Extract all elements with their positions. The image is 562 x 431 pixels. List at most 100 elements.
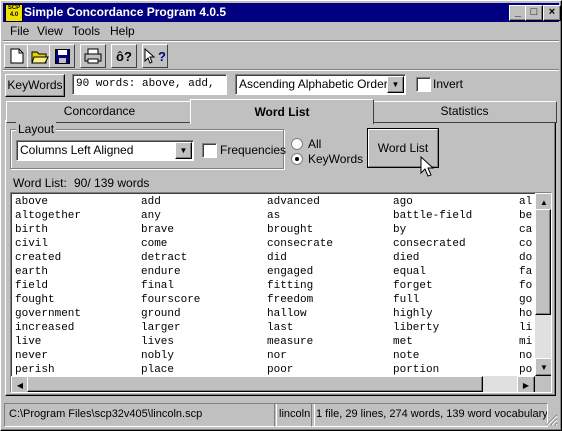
word-list-cell[interactable]: do	[519, 251, 532, 265]
word-list-cell[interactable]: hallow	[267, 307, 307, 321]
close-button[interactable]: ×	[543, 5, 561, 21]
word-list-cell[interactable]: add	[141, 195, 161, 209]
radio-all-label: All	[308, 137, 322, 151]
tab-word-list[interactable]: Word List	[190, 99, 374, 124]
radio-all[interactable]	[291, 138, 303, 150]
menu-help[interactable]: Help	[110, 24, 135, 38]
maximize-button[interactable]: □	[525, 5, 543, 21]
context-help-button[interactable]: ?	[142, 44, 168, 68]
keywords-button[interactable]: KeyWords	[5, 74, 65, 97]
word-list-cell[interactable]: fourscore	[141, 293, 200, 307]
word-list-cell[interactable]: place	[141, 363, 174, 375]
word-list-cell[interactable]: co	[519, 237, 532, 251]
tab-concordance[interactable]: Concordance	[6, 101, 193, 123]
word-list-cell[interactable]: no	[519, 349, 532, 363]
word-list-cell[interactable]: birth	[15, 223, 48, 237]
word-list-cell[interactable]: above	[15, 195, 48, 209]
tab-statistics[interactable]: Statistics	[372, 101, 557, 123]
word-list-cell[interactable]: by	[393, 223, 406, 237]
word-list-cell[interactable]: li	[519, 321, 532, 335]
word-list-cell[interactable]: measure	[267, 335, 313, 349]
sort-order-select[interactable]: Ascending Alphabetic Order ▼	[235, 74, 406, 95]
frequencies-checkbox[interactable]	[202, 143, 217, 158]
resize-grip-icon[interactable]	[545, 413, 558, 426]
title-bar[interactable]: SCP 4.0 Simple Concordance Program 4.0.5…	[3, 3, 561, 22]
word-list-cell[interactable]: ho	[519, 307, 532, 321]
word-list-cell[interactable]: engaged	[267, 265, 313, 279]
word-list-cell[interactable]: brave	[141, 223, 174, 237]
word-list-cell[interactable]: liberty	[393, 321, 439, 335]
word-list-cell[interactable]: did	[267, 251, 287, 265]
word-list-cell[interactable]: full	[393, 293, 419, 307]
word-list-cell[interactable]: earth	[15, 265, 48, 279]
word-list-cell[interactable]: poor	[267, 363, 293, 375]
keywords-field[interactable]: 90 words: above, add,	[72, 74, 227, 95]
word-list-cell[interactable]: consecrated	[393, 237, 466, 251]
word-list-box[interactable]: above add advanced ago al altogether any as batt…	[10, 192, 552, 393]
word-list-cell[interactable]: fo	[519, 279, 532, 293]
horizontal-scrollbar[interactable]: ◀ ▶	[11, 376, 535, 392]
word-list-cell[interactable]: consecrate	[267, 237, 333, 251]
word-list-cell[interactable]: last	[267, 321, 293, 335]
word-list-cell[interactable]: ground	[141, 307, 181, 321]
word-list-cell[interactable]: freedom	[267, 293, 313, 307]
word-list-cell[interactable]: died	[393, 251, 419, 265]
menu-file[interactable]: File	[10, 24, 29, 38]
word-list-cell[interactable]: battle-field	[393, 209, 472, 223]
word-list-cell[interactable]: fa	[519, 265, 532, 279]
word-list-cell[interactable]: al	[519, 195, 532, 209]
word-list-cell[interactable]: ca	[519, 223, 532, 237]
menu-tools[interactable]: Tools	[72, 24, 100, 38]
invert-checkbox[interactable]	[416, 77, 431, 92]
word-list-cell[interactable]: never	[15, 349, 48, 363]
about-button[interactable]: ô?	[111, 44, 137, 68]
word-list-cell[interactable]: field	[15, 279, 48, 293]
word-list-cell[interactable]: civil	[15, 237, 48, 251]
word-list-cell[interactable]: be	[519, 209, 532, 223]
scroll-right-button[interactable]: ▶	[517, 376, 535, 392]
word-list-cell[interactable]: ago	[393, 195, 413, 209]
word-list-cell[interactable]: highly	[393, 307, 433, 321]
word-list-cell[interactable]: created	[15, 251, 61, 265]
word-list-cell[interactable]: endure	[141, 265, 181, 279]
chevron-down-icon[interactable]: ▼	[387, 76, 404, 93]
word-list-cell[interactable]: go	[519, 293, 532, 307]
chevron-down-icon[interactable]: ▼	[175, 142, 192, 159]
radio-keywords[interactable]	[291, 153, 303, 165]
word-list-cell[interactable]: nor	[267, 349, 287, 363]
scroll-down-button[interactable]: ▼	[535, 358, 551, 376]
word-list-cell[interactable]: fitting	[267, 279, 313, 293]
word-list-cell[interactable]: increased	[15, 321, 74, 335]
vertical-scrollbar[interactable]: ▲ ▼	[535, 193, 551, 376]
word-list-cell[interactable]: forget	[393, 279, 433, 293]
word-list-cell[interactable]: mi	[519, 335, 532, 349]
word-list-cell[interactable]: altogether	[15, 209, 81, 223]
save-button[interactable]	[49, 44, 75, 68]
layout-group-label: Layout	[16, 122, 57, 136]
word-list-cell[interactable]: met	[393, 335, 413, 349]
word-list-cell[interactable]: come	[141, 237, 167, 251]
vertical-scroll-thumb[interactable]	[535, 209, 551, 315]
word-list-cell[interactable]: advanced	[267, 195, 320, 209]
word-list-cell[interactable]: brought	[267, 223, 313, 237]
menu-view-label: View	[37, 24, 63, 38]
menu-view[interactable]: View	[37, 24, 63, 38]
word-list-cell[interactable]: nobly	[141, 349, 174, 363]
word-list-cell[interactable]: equal	[393, 265, 426, 279]
horizontal-scroll-thumb[interactable]	[27, 376, 483, 392]
word-list-cell[interactable]: perish	[15, 363, 55, 375]
word-list-cell[interactable]: larger	[141, 321, 181, 335]
word-list-cell[interactable]: live	[15, 335, 41, 349]
word-list-cell[interactable]: fought	[15, 293, 55, 307]
word-list-cell[interactable]: any	[141, 209, 161, 223]
layout-select[interactable]: Columns Left Aligned ▼	[16, 140, 194, 161]
word-list-cell[interactable]: final	[141, 279, 174, 293]
word-list-cell[interactable]: portion	[393, 363, 439, 375]
word-list-cell[interactable]: government	[15, 307, 81, 321]
print-button[interactable]	[80, 44, 106, 68]
word-list-cell[interactable]: po	[519, 363, 532, 375]
word-list-cell[interactable]: as	[267, 209, 280, 223]
word-list-cell[interactable]: lives	[141, 335, 174, 349]
word-list-cell[interactable]: note	[393, 349, 419, 363]
word-list-cell[interactable]: detract	[141, 251, 187, 265]
